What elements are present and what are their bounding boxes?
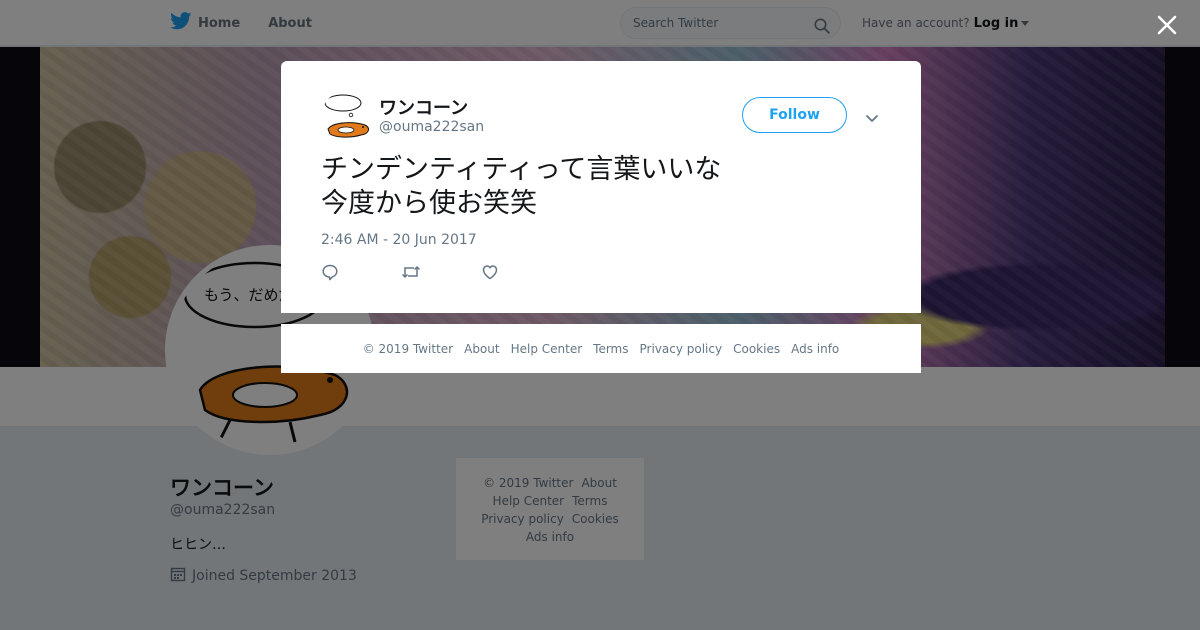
tweet-avatar-drawing: [324, 94, 369, 138]
modal-footer-about[interactable]: About: [464, 342, 499, 356]
tweet-actions: [321, 263, 561, 285]
tweet-author-name[interactable]: ワンコーン: [379, 94, 468, 120]
reply-icon[interactable]: [321, 263, 401, 285]
follow-button[interactable]: Follow: [742, 97, 847, 133]
modal-footer: © 2019 Twitter About Help Center Terms P…: [281, 324, 921, 373]
modal-footer-copyright: © 2019 Twitter: [362, 341, 454, 356]
heart-icon[interactable]: [481, 263, 561, 285]
close-icon[interactable]: [1154, 12, 1180, 38]
tweet-text: チンデンティティって言葉いいな 今度から使お笑笑: [321, 154, 722, 219]
chevron-down-icon[interactable]: [865, 109, 879, 128]
modal-footer-cookies[interactable]: Cookies: [733, 342, 780, 356]
tweet-author-handle[interactable]: @ouma222san: [379, 119, 484, 135]
modal-footer-ads[interactable]: Ads info: [791, 342, 839, 356]
modal-footer-privacy[interactable]: Privacy policy: [640, 342, 723, 356]
tweet-avatar[interactable]: [321, 91, 373, 143]
tweet-timestamp[interactable]: 2:46 AM - 20 Jun 2017: [321, 232, 477, 248]
modal-footer-terms[interactable]: Terms: [593, 342, 628, 356]
tweet-modal: ワンコーン @ouma222san Follow チンデンティティって言葉いいな…: [281, 61, 921, 313]
modal-footer-help[interactable]: Help Center: [511, 342, 583, 356]
retweet-icon[interactable]: [401, 263, 481, 285]
